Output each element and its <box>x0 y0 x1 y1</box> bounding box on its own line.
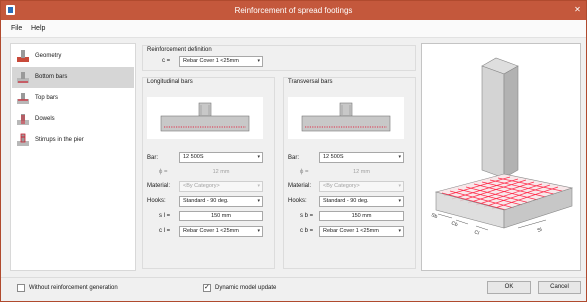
long-phi-value: 12 mm <box>212 169 230 175</box>
nav-item-label: Stirrups in the pier <box>35 137 84 143</box>
ok-button[interactable]: OK <box>487 281 531 294</box>
nav-item-label: Top bars <box>35 95 59 101</box>
without-generation-label: Without reinforcement generation <box>29 285 118 291</box>
dowels-icon <box>17 114 29 125</box>
long-phi-label: ϕ = <box>159 169 168 175</box>
trans-cover-select[interactable]: Rebar Cover 1 <25mm ▾ <box>319 226 404 237</box>
footer-separator <box>1 277 586 278</box>
nav-item-label: Bottom bars <box>35 74 68 80</box>
trans-bar-select[interactable]: 12 500S ▾ <box>319 152 404 163</box>
long-bar-value: 12 500S <box>183 154 204 160</box>
cover-select-value: Rebar Cover 1 <25mm <box>183 58 239 64</box>
nav-item-label: Dowels <box>35 116 55 122</box>
chevron-down-icon: ▾ <box>257 198 260 204</box>
long-bar-select[interactable]: 12 500S ▾ <box>179 152 263 163</box>
trans-hooks-value: Standard - 90 deg. <box>323 198 369 204</box>
chevron-down-icon: ▾ <box>257 228 260 234</box>
transversal-diagram <box>288 97 404 139</box>
footing-section-diagram <box>160 102 250 132</box>
longitudinal-heading: Longitudinal bars <box>147 79 193 85</box>
trans-material-label: Material: <box>288 183 312 189</box>
dim-label: Sl <box>537 227 543 234</box>
long-cover-select[interactable]: Rebar Cover 1 <25mm ▾ <box>179 226 263 237</box>
section-list: Geometry Bottom bars Top bars Dowels Sti… <box>10 43 136 271</box>
chevron-down-icon: ▾ <box>398 198 401 204</box>
menu-file[interactable]: File <box>11 25 22 32</box>
cancel-button[interactable]: Cancel <box>538 281 581 294</box>
trans-cover-label: c b = <box>300 228 314 234</box>
footing-section-diagram <box>301 102 391 132</box>
chevron-down-icon: ▾ <box>398 228 401 234</box>
trans-hooks-select[interactable]: Standard - 90 deg. ▾ <box>319 196 404 207</box>
footing-3d-model: Sb Cb Cl Sl <box>430 57 574 237</box>
long-hooks-label: Hooks: <box>147 198 166 204</box>
long-hooks-select[interactable]: Standard - 90 deg. ▾ <box>179 196 263 207</box>
long-bar-label: Bar: <box>147 155 159 161</box>
pier-stirrups-icon <box>17 133 29 146</box>
chevron-down-icon: ▾ <box>257 58 260 64</box>
dim-label: Cl <box>473 229 480 236</box>
trans-material-select: <By Category> ▾ <box>319 181 404 192</box>
long-material-label: Material: <box>147 183 171 189</box>
trans-phi-value: 12 mm <box>353 169 370 175</box>
footing-geometry-icon <box>17 50 29 62</box>
reinforcement-definition-heading: Reinforcement definition <box>147 47 212 53</box>
cover-label: c = <box>162 58 171 64</box>
long-spacing-label: s l = <box>159 213 171 219</box>
dynamic-update-checkbox[interactable] <box>203 283 211 292</box>
nav-item-top-bars[interactable]: Top bars <box>12 88 134 109</box>
title-bar[interactable]: Reinforcement of spread footings ✕ <box>1 1 586 20</box>
dialog-window: Reinforcement of spread footings ✕ File … <box>0 0 587 302</box>
long-hooks-value: Standard - 90 deg. <box>183 198 229 204</box>
longitudinal-diagram <box>147 97 263 139</box>
nav-item-bottom-bars[interactable]: Bottom bars <box>12 67 134 88</box>
cover-select[interactable]: Rebar Cover 1 <25mm ▾ <box>179 56 263 67</box>
dim-label: Cb <box>450 220 458 228</box>
long-cover-value: Rebar Cover 1 <25mm <box>183 228 239 234</box>
footing-3d-preview[interactable]: Sb Cb Cl Sl <box>421 43 581 271</box>
nav-item-dowels[interactable]: Dowels <box>12 109 134 130</box>
trans-spacing-label: s b = <box>300 213 314 219</box>
trans-spacing-input[interactable]: 150 mm <box>319 211 404 221</box>
trans-bar-value: 12 500S <box>323 154 344 160</box>
long-cover-label: c l = <box>159 228 171 234</box>
chevron-down-icon: ▾ <box>257 154 260 160</box>
without-generation-checkbox[interactable] <box>17 284 25 292</box>
dim-label: Sb <box>430 212 438 220</box>
trans-hooks-label: Hooks: <box>288 198 307 204</box>
nav-item-stirrups[interactable]: Stirrups in the pier <box>12 130 134 151</box>
menu-help[interactable]: Help <box>31 25 45 32</box>
chevron-down-icon: ▾ <box>398 183 401 189</box>
top-bars-icon <box>17 93 29 104</box>
trans-material-value: <By Category> <box>323 183 360 189</box>
long-material-select: <By Category> ▾ <box>179 181 263 192</box>
dynamic-update-label: Dynamic model update <box>215 285 277 291</box>
transversal-heading: Transversal bars <box>288 79 333 85</box>
long-material-value: <By Category> <box>183 183 220 189</box>
chevron-down-icon: ▾ <box>257 183 260 189</box>
trans-cover-value: Rebar Cover 1 <25mm <box>323 228 379 234</box>
close-button[interactable]: ✕ <box>572 4 583 15</box>
nav-item-geometry[interactable]: Geometry <box>12 46 134 67</box>
trans-phi-label: ϕ = <box>300 169 309 175</box>
chevron-down-icon: ▾ <box>398 154 401 160</box>
bottom-bars-icon <box>17 72 29 83</box>
long-spacing-input[interactable]: 150 mm <box>179 211 263 221</box>
trans-bar-label: Bar: <box>288 155 300 161</box>
window-title: Reinforcement of spread footings <box>234 6 353 15</box>
nav-item-label: Geometry <box>35 53 62 59</box>
menu-bar: File Help <box>1 20 586 38</box>
